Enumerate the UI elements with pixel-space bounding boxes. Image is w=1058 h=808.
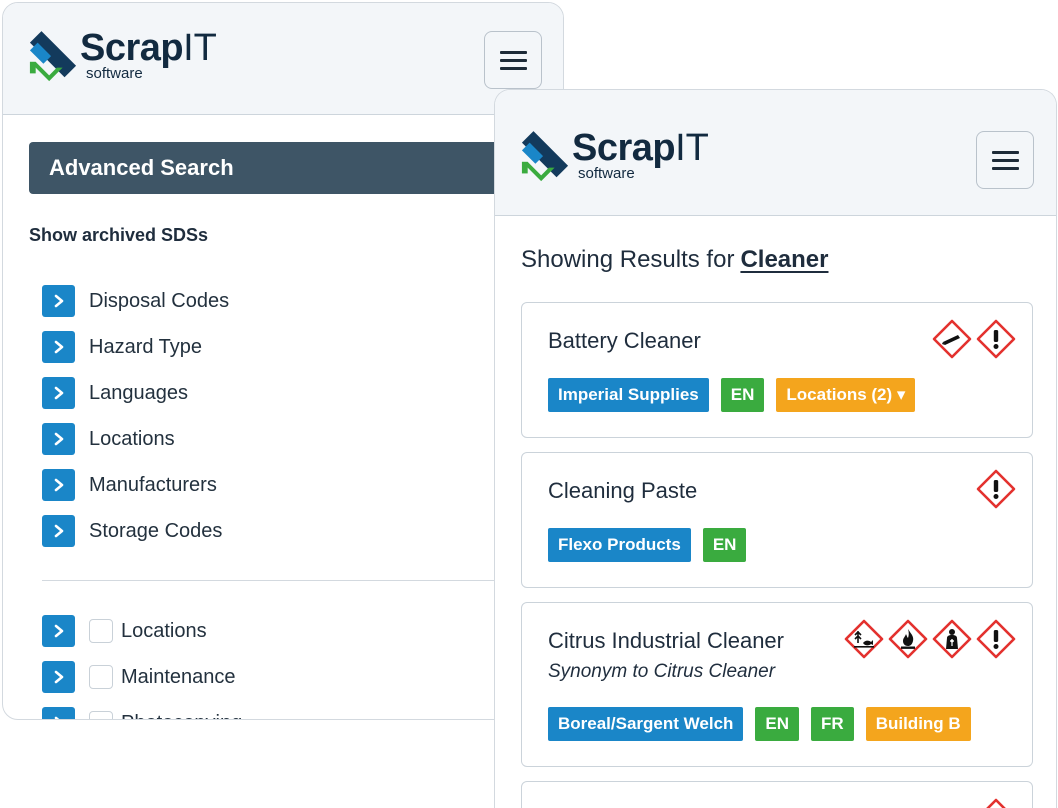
filter-label: Photocopying (121, 712, 242, 720)
manufacturer-tag[interactable]: Boreal/Sargent Welch (548, 707, 744, 741)
show-archived-toggle[interactable]: Show archived SDSs (29, 225, 208, 246)
brand-name-bold: Scrap (80, 27, 184, 69)
exclamation-icon (976, 619, 1016, 659)
result-card[interactable]: Citrus Industrial Cleaner Synonym to Cit… (521, 602, 1033, 767)
app-header: ScrapIT software (495, 90, 1056, 216)
manufacturer-tag[interactable]: Imperial Supplies (548, 378, 709, 412)
hamburger-menu-button[interactable] (484, 31, 542, 89)
app-header: ScrapIT software (3, 3, 563, 115)
corrosion-icon (932, 319, 972, 359)
filter-locations[interactable]: Locations (42, 423, 175, 455)
search-term-link[interactable]: Cleaner (740, 246, 828, 273)
location-filter-maintenance[interactable]: Maintenance (42, 661, 236, 693)
scrapit-logo-icon (520, 131, 569, 187)
result-title[interactable]: Cleaning Paste (548, 478, 697, 504)
language-tag[interactable]: EN (720, 378, 765, 412)
result-synonym: Synonym to Citrus Cleaner (548, 661, 776, 682)
filter-label: Manufacturers (89, 473, 217, 496)
filter-label: Languages (89, 381, 188, 404)
advanced-search-title: Advanced Search (29, 142, 509, 194)
brand-tagline: software (578, 165, 635, 182)
filter-storage-codes[interactable]: Storage Codes (42, 515, 222, 547)
manufacturer-tag[interactable]: Flexo Products (548, 528, 691, 562)
brand-logo[interactable]: ScrapIT software (520, 128, 709, 190)
chevron-right-icon[interactable] (42, 661, 75, 693)
filter-checkbox[interactable] (89, 619, 113, 643)
hamburger-menu-button[interactable] (976, 131, 1034, 189)
search-results-panel: ScrapIT software Showing Results for Clea… (494, 89, 1057, 808)
brand-name-bold: Scrap (572, 127, 676, 169)
filter-label: Locations (89, 427, 175, 450)
environment-icon (844, 619, 884, 659)
filter-hazard-type[interactable]: Hazard Type (42, 331, 202, 363)
language-tag[interactable]: FR (811, 707, 854, 741)
chevron-right-icon[interactable] (42, 285, 75, 317)
language-tag[interactable]: EN (755, 707, 800, 741)
exclamation-icon (976, 319, 1016, 359)
brand-name-regular: IT (675, 127, 709, 169)
chevron-right-icon[interactable] (42, 331, 75, 363)
chevron-right-icon[interactable] (42, 615, 75, 647)
results-prefix: Showing Results for (521, 246, 735, 273)
results-heading: Showing Results for Cleaner (521, 246, 828, 274)
brand-name-regular: IT (183, 27, 217, 69)
menu-icon (991, 150, 1019, 154)
location-filter-locations[interactable]: Locations (42, 615, 207, 647)
result-card[interactable]: Battery Cleaner Imperial Supplies EN Loc… (521, 302, 1033, 438)
chevron-right-icon[interactable] (42, 423, 75, 455)
exclamation-icon (976, 469, 1016, 509)
chevron-right-icon[interactable] (42, 469, 75, 501)
chevron-right-icon[interactable] (42, 377, 75, 409)
result-title[interactable]: Battery Cleaner (548, 328, 701, 354)
result-title[interactable]: Citrus Industrial Cleaner (548, 628, 784, 654)
filter-label: Maintenance (121, 665, 236, 688)
chevron-right-icon[interactable] (42, 707, 75, 719)
filter-label: Disposal Codes (89, 289, 230, 312)
scrapit-logo-icon (28, 31, 77, 87)
filter-disposal-codes[interactable]: Disposal Codes (42, 285, 229, 317)
location-filter-photocopying[interactable]: Photocopying (42, 707, 242, 720)
language-tag[interactable]: EN (702, 528, 747, 562)
brand-tagline: software (86, 65, 143, 82)
filter-languages[interactable]: Languages (42, 377, 188, 409)
health-hazard-icon (932, 619, 972, 659)
result-card[interactable] (521, 781, 1033, 808)
brand-logo[interactable]: ScrapIT software (28, 28, 217, 90)
exclamation-icon (976, 798, 1016, 808)
chevron-right-icon[interactable] (42, 515, 75, 547)
filter-manufacturers[interactable]: Manufacturers (42, 469, 217, 501)
filter-label: Storage Codes (89, 519, 223, 542)
filter-checkbox[interactable] (89, 711, 113, 719)
filter-checkbox[interactable] (89, 665, 113, 689)
filter-label: Locations (121, 619, 207, 642)
section-divider (42, 580, 512, 581)
flame-icon (888, 619, 928, 659)
result-card[interactable]: Cleaning Paste Flexo Products EN (521, 452, 1033, 588)
menu-icon (499, 50, 527, 54)
locations-dropdown-tag[interactable]: Locations (2) ▾ (776, 378, 916, 412)
filter-label: Hazard Type (89, 335, 203, 358)
advanced-search-panel: ScrapIT software Advanced Search Show ar… (2, 2, 564, 720)
location-tag[interactable]: Building B (865, 707, 971, 741)
